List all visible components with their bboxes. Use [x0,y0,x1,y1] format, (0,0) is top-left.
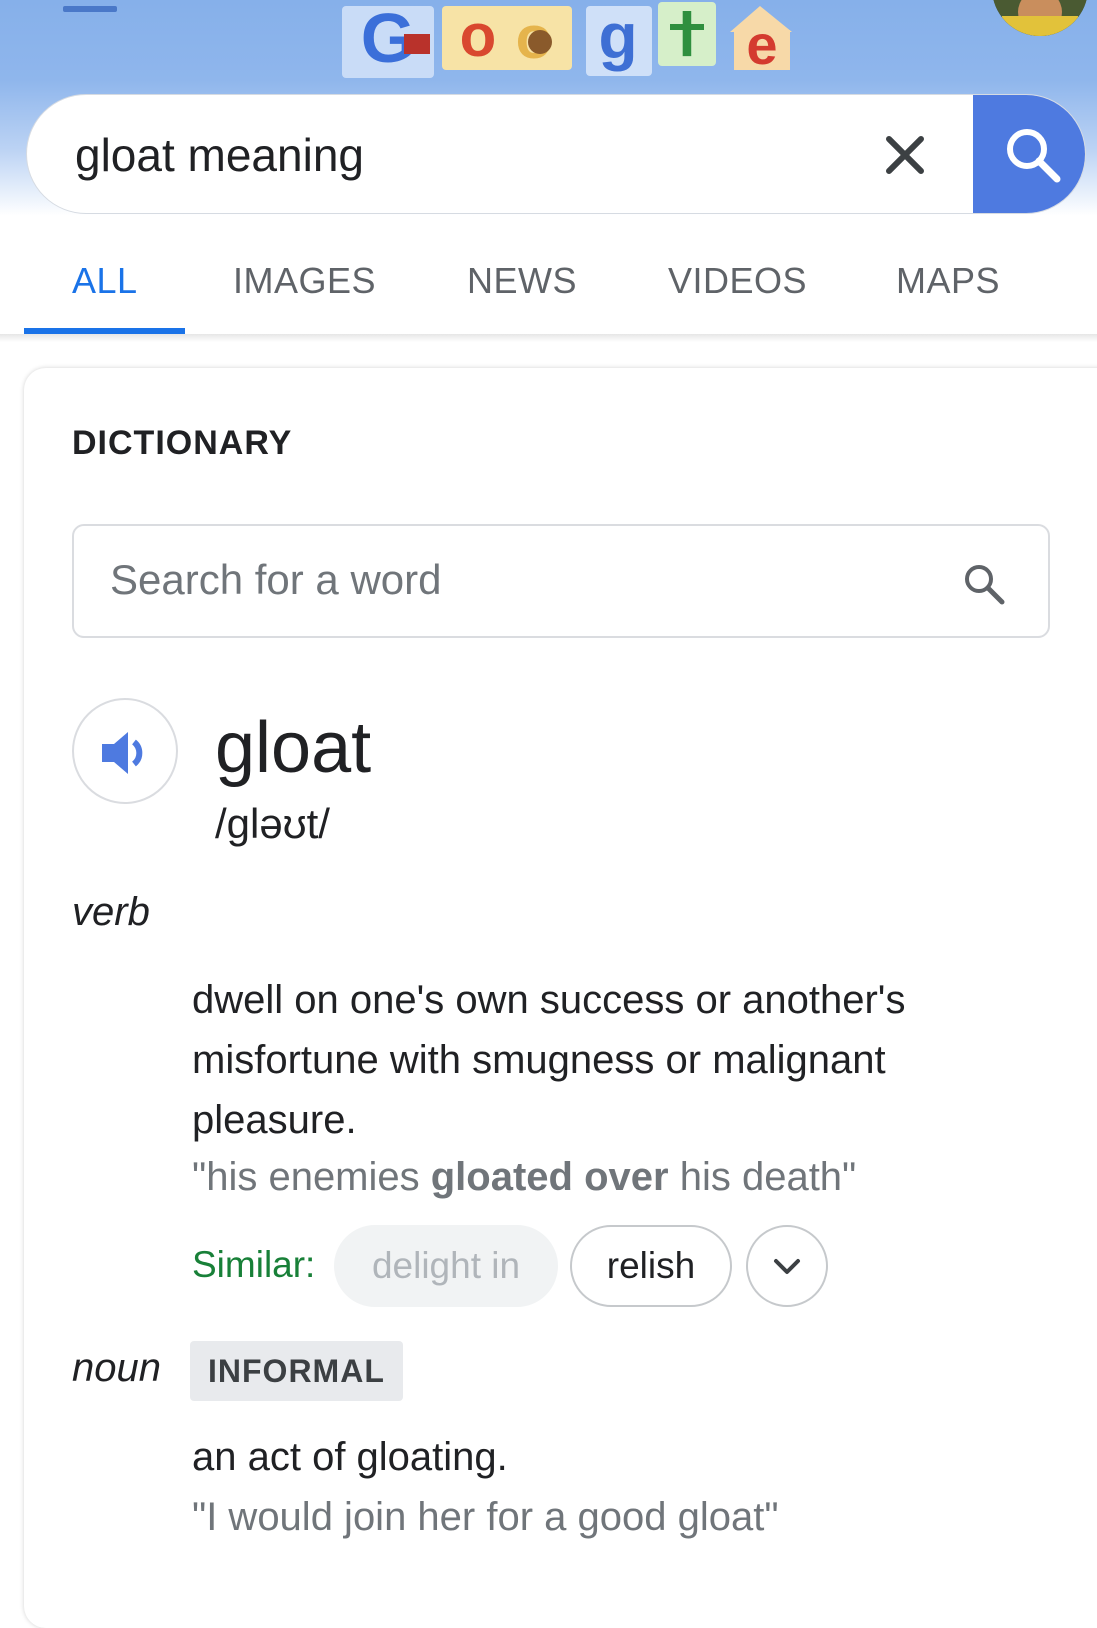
tabs-divider [0,334,1097,342]
usage-tag: INFORMAL [190,1341,403,1401]
tab-images[interactable]: IMAGES [233,260,376,302]
word-search-box[interactable] [72,524,1050,638]
part-of-speech-verb: verb [72,890,150,934]
verb-example-end: his death" [668,1155,857,1199]
search-header: G o o g l e gloat meaning [0,0,1097,216]
tab-news[interactable]: NEWS [467,260,577,302]
chevron-down-icon [774,1259,800,1274]
headword: gloat [215,708,372,788]
tab-maps[interactable]: MAPS [896,260,1000,302]
google-doodle-logo[interactable]: G o o g l e [340,0,800,80]
similar-word-chip[interactable]: delight in [334,1225,558,1307]
svg-text:g: g [598,0,637,72]
part-of-speech-noun: noun [72,1346,161,1390]
verb-definition: dwell on one's own success or another's … [192,978,906,1142]
verb-example-start: "his enemies [192,1155,431,1199]
similar-label: Similar: [192,1244,316,1285]
svg-text:l: l [678,1,695,70]
verb-example-highlight: gloated over [430,1155,669,1199]
expand-similar-button[interactable] [746,1225,828,1307]
dictionary-heading: DICTIONARY [72,424,293,462]
noun-example: "I would join her for a good gloat" [192,1495,779,1539]
search-button[interactable] [973,95,1085,213]
avatar[interactable] [992,0,1088,36]
svg-text:e: e [746,13,777,76]
pronunciation-button[interactable] [72,698,178,804]
phonetic-spelling: /gləʊt/ [215,800,330,847]
similar-word-chip[interactable]: relish [570,1225,732,1307]
word-search-input[interactable] [110,550,930,610]
search-icon[interactable] [962,562,1006,606]
menu-icon[interactable] [63,6,117,12]
search-query-text[interactable]: gloat meaning [75,125,364,185]
tab-videos[interactable]: VIDEOS [668,260,807,302]
verb-example: "his enemies gloated over his death" [192,1150,856,1204]
search-box[interactable]: gloat meaning [26,94,1086,214]
svg-text:o: o [460,2,497,69]
noun-definition: an act of gloating. [192,1435,508,1479]
search-tabs: ALL IMAGES NEWS VIDEOS MAPS [0,216,1097,336]
speaker-icon [102,732,143,774]
tab-all[interactable]: ALL [72,260,138,302]
clear-icon[interactable] [881,131,929,179]
search-icon [1007,129,1061,183]
